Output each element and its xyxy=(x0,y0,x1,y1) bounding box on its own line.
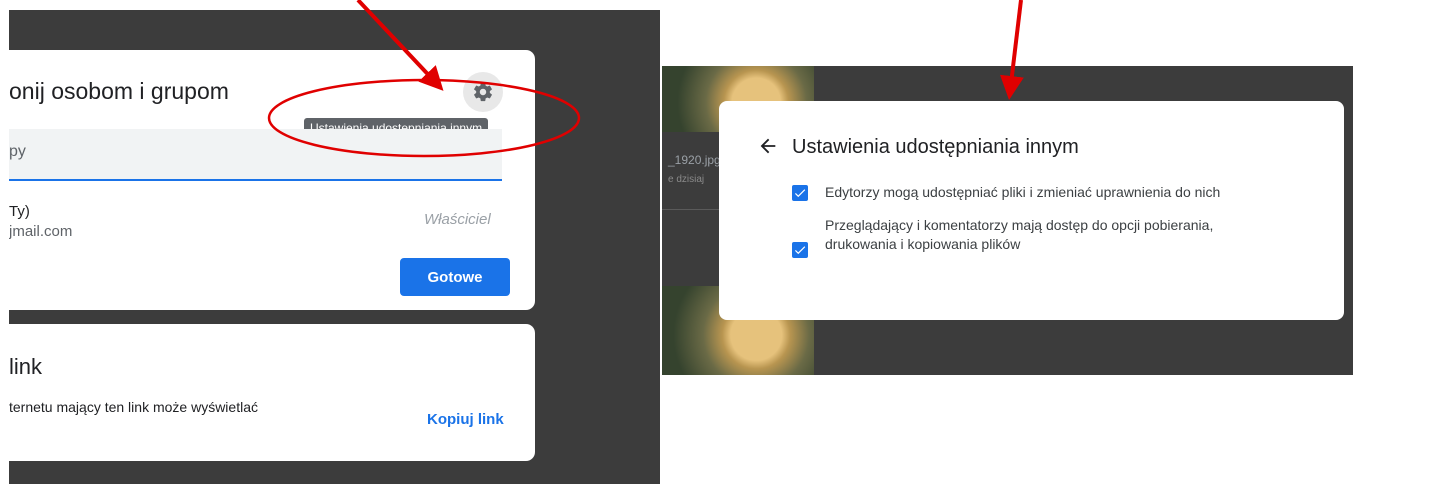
right-screenshot-backdrop: _1920.jpg e dzisiaj Ustawienia udostępni… xyxy=(662,66,1353,375)
arrow-back-icon[interactable] xyxy=(757,135,779,157)
sharing-settings-button[interactable] xyxy=(463,72,503,112)
user-name: Ty) xyxy=(9,203,30,220)
copy-link-button[interactable]: Kopiuj link xyxy=(427,411,504,428)
check-icon xyxy=(794,189,806,198)
share-dialog: onij osobom i grupom Ustawienia udostępn… xyxy=(9,50,535,310)
gear-icon xyxy=(474,82,492,102)
left-screenshot-backdrop: onij osobom i grupom Ustawienia udostępn… xyxy=(9,10,660,484)
row-divider xyxy=(662,209,720,210)
viewers-can-download-label: Przeglądający i komentatorzy mają dostęp… xyxy=(825,217,1214,252)
file-name: _1920.jpg xyxy=(668,153,721,167)
sharing-settings-dialog: Ustawienia udostępniania innym Edytorzy … xyxy=(719,101,1344,320)
viewers-can-download-checkbox[interactable] xyxy=(792,242,808,258)
editors-can-share-checkbox[interactable] xyxy=(792,185,808,201)
editors-can-share-label: Edytorzy mogą udostępniać pliki i zmieni… xyxy=(825,184,1221,200)
link-description: ternetu mający ten link może wyświetlać xyxy=(9,399,258,415)
settings-dialog-title: Ustawienia udostępniania innym xyxy=(792,136,1079,158)
get-link-title: link xyxy=(9,354,43,379)
add-people-field[interactable] xyxy=(9,129,502,181)
done-button[interactable]: Gotowe xyxy=(400,258,510,296)
share-dialog-title: onij osobom i grupom xyxy=(9,78,229,104)
add-people-input[interactable] xyxy=(9,143,479,161)
user-email: jmail.com xyxy=(9,223,73,240)
get-link-card: link ternetu mający ten link może wyświe… xyxy=(9,324,535,461)
check-icon xyxy=(794,246,806,255)
owner-role-label: Właściciel xyxy=(424,211,491,228)
file-date: e dzisiaj xyxy=(668,174,705,185)
